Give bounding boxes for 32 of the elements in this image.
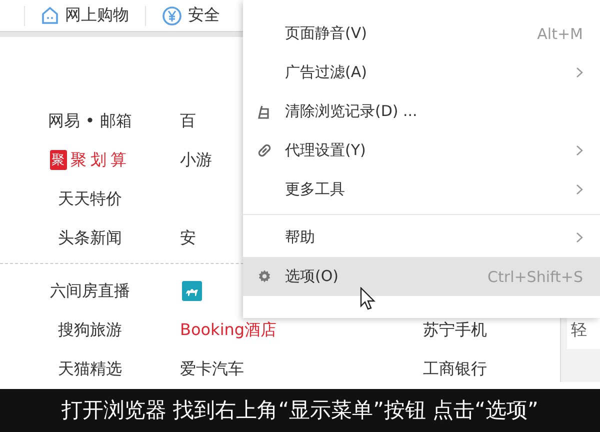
site-link[interactable]: Booking酒店 bbox=[180, 320, 277, 341]
site-link[interactable]: 天天特价 bbox=[58, 188, 122, 210]
bookmark-link[interactable]: 网上购物 bbox=[65, 5, 129, 26]
menu-item[interactable]: 代理设置(Y) bbox=[243, 131, 600, 170]
subtitle-text: 打开浏览器 找到右上角“显示菜单”按钮 点击“选项” bbox=[62, 397, 538, 424]
yen-icon bbox=[162, 6, 182, 26]
menu-item[interactable]: 更多工具 bbox=[243, 170, 600, 209]
menu-item[interactable]: 页面静音(V) Alt+M bbox=[243, 14, 600, 53]
menu-item[interactable]: 广告过滤(A) bbox=[243, 53, 600, 92]
cursor-icon bbox=[360, 287, 376, 311]
site-link[interactable]: 头条新闻 bbox=[58, 228, 122, 249]
site-link[interactable]: 天猫精选 bbox=[58, 358, 122, 380]
site-link[interactable]: 苏宁手机 bbox=[423, 320, 487, 341]
site-link[interactable]: 安 bbox=[180, 228, 196, 249]
menu-item[interactable]: 清除浏览记录(D) ... bbox=[243, 92, 600, 131]
site-link[interactable]: 小游 bbox=[180, 150, 212, 171]
settings-icon bbox=[257, 269, 272, 284]
site-link[interactable]: 百 bbox=[180, 110, 196, 132]
camel-icon bbox=[182, 281, 202, 302]
menu-item[interactable]: 帮助 bbox=[243, 218, 600, 257]
site-link[interactable]: 搜狗旅游 bbox=[58, 320, 122, 341]
site-link[interactable]: 工商银行 bbox=[423, 358, 487, 380]
shortcut-text: Ctrl+Shift+S bbox=[488, 268, 583, 286]
bookmark-link[interactable]: 安全 bbox=[188, 5, 220, 26]
site-link[interactable]: 爱卡汽车 bbox=[180, 358, 244, 380]
link-icon bbox=[257, 143, 272, 158]
menu-item[interactable]: 选项(O) Ctrl+Shift+S bbox=[243, 257, 600, 296]
shortcut-text: Alt+M bbox=[537, 24, 583, 42]
site-link[interactable]: 聚划算 bbox=[70, 150, 130, 171]
brand-badge: 聚 bbox=[50, 150, 66, 170]
site-link[interactable]: 六间房直播 bbox=[50, 280, 130, 302]
site-link[interactable]: 网易 • 邮箱 bbox=[48, 110, 132, 132]
